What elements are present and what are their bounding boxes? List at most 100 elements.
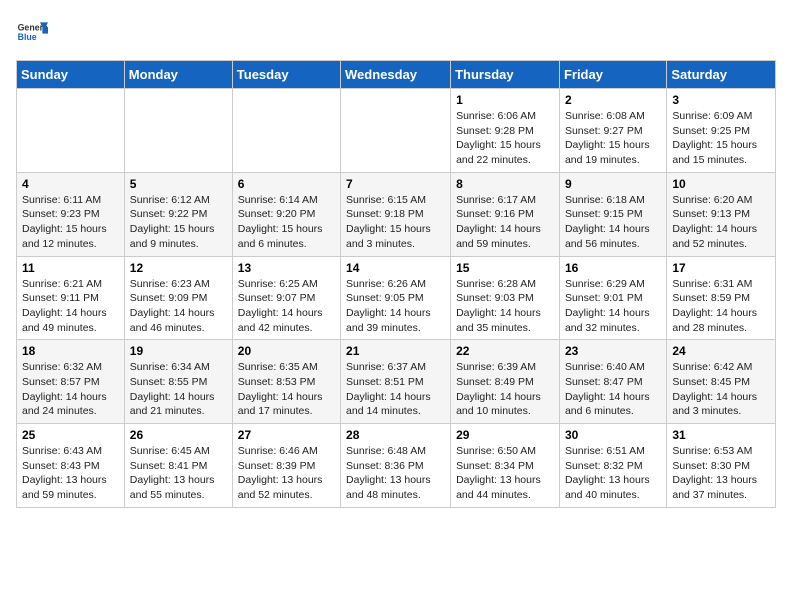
day-info: Sunrise: 6:32 AM Sunset: 8:57 PM Dayligh… — [22, 360, 119, 419]
calendar-cell: 12 Sunrise: 6:23 AM Sunset: 9:09 PM Dayli… — [124, 256, 232, 340]
day-number: 5 — [130, 177, 227, 191]
day-info: Sunrise: 6:40 AM Sunset: 8:47 PM Dayligh… — [565, 360, 661, 419]
day-number: 21 — [346, 344, 445, 358]
calendar-cell: 1 Sunrise: 6:06 AM Sunset: 9:28 PM Daylig… — [451, 89, 560, 173]
day-number: 9 — [565, 177, 661, 191]
day-info: Sunrise: 6:08 AM Sunset: 9:27 PM Dayligh… — [565, 109, 661, 168]
calendar-cell: 17 Sunrise: 6:31 AM Sunset: 8:59 PM Dayli… — [667, 256, 776, 340]
calendar-cell: 25 Sunrise: 6:43 AM Sunset: 8:43 PM Dayli… — [17, 424, 125, 508]
week-row-4: 18 Sunrise: 6:32 AM Sunset: 8:57 PM Dayli… — [17, 340, 776, 424]
day-number: 3 — [672, 93, 770, 107]
day-info: Sunrise: 6:29 AM Sunset: 9:01 PM Dayligh… — [565, 277, 661, 336]
calendar-cell: 22Sunrise: 6:39 AM Sunset: 8:49 PM Dayli… — [451, 340, 560, 424]
weekday-header-row: SundayMondayTuesdayWednesdayThursdayFrid… — [17, 61, 776, 89]
logo-icon: General Blue — [16, 16, 48, 48]
day-info: Sunrise: 6:42 AM Sunset: 8:45 PM Dayligh… — [672, 360, 770, 419]
calendar-cell: 3 Sunrise: 6:09 AM Sunset: 9:25 PM Daylig… — [667, 89, 776, 173]
day-number: 24 — [672, 344, 770, 358]
calendar-cell: 10Sunrise: 6:20 AM Sunset: 9:13 PM Dayli… — [667, 172, 776, 256]
calendar-cell: 21Sunrise: 6:37 AM Sunset: 8:51 PM Dayli… — [341, 340, 451, 424]
header: General Blue — [16, 16, 776, 48]
calendar-cell — [17, 89, 125, 173]
calendar-cell: 26 Sunrise: 6:45 AM Sunset: 8:41 PM Dayli… — [124, 424, 232, 508]
day-number: 20 — [238, 344, 335, 358]
day-info: Sunrise: 6:46 AM Sunset: 8:39 PM Dayligh… — [238, 444, 335, 503]
day-info: Sunrise: 6:23 AM Sunset: 9:09 PM Dayligh… — [130, 277, 227, 336]
svg-text:Blue: Blue — [18, 32, 37, 42]
calendar-cell: 5 Sunrise: 6:12 AM Sunset: 9:22 PM Daylig… — [124, 172, 232, 256]
day-info: Sunrise: 6:18 AM Sunset: 9:15 PM Dayligh… — [565, 193, 661, 252]
day-number: 17 — [672, 261, 770, 275]
calendar-cell: 2 Sunrise: 6:08 AM Sunset: 9:27 PM Daylig… — [559, 89, 666, 173]
day-number: 2 — [565, 93, 661, 107]
calendar-cell: 16Sunrise: 6:29 AM Sunset: 9:01 PM Dayli… — [559, 256, 666, 340]
day-number: 13 — [238, 261, 335, 275]
day-info: Sunrise: 6:11 AM Sunset: 9:23 PM Dayligh… — [22, 193, 119, 252]
day-info: Sunrise: 6:50 AM Sunset: 8:34 PM Dayligh… — [456, 444, 554, 503]
day-info: Sunrise: 6:09 AM Sunset: 9:25 PM Dayligh… — [672, 109, 770, 168]
day-number: 22 — [456, 344, 554, 358]
calendar-cell: 4 Sunrise: 6:11 AM Sunset: 9:23 PM Daylig… — [17, 172, 125, 256]
calendar-cell: 27 Sunrise: 6:46 AM Sunset: 8:39 PM Dayli… — [232, 424, 340, 508]
day-info: Sunrise: 6:45 AM Sunset: 8:41 PM Dayligh… — [130, 444, 227, 503]
day-number: 31 — [672, 428, 770, 442]
day-number: 28 — [346, 428, 445, 442]
day-info: Sunrise: 6:51 AM Sunset: 8:32 PM Dayligh… — [565, 444, 661, 503]
calendar-cell: 20 Sunrise: 6:35 AM Sunset: 8:53 PM Dayli… — [232, 340, 340, 424]
day-number: 10 — [672, 177, 770, 191]
calendar-cell: 8 Sunrise: 6:17 AM Sunset: 9:16 PM Daylig… — [451, 172, 560, 256]
day-number: 11 — [22, 261, 119, 275]
weekday-header-friday: Friday — [559, 61, 666, 89]
day-info: Sunrise: 6:28 AM Sunset: 9:03 PM Dayligh… — [456, 277, 554, 336]
day-info: Sunrise: 6:34 AM Sunset: 8:55 PM Dayligh… — [130, 360, 227, 419]
day-info: Sunrise: 6:06 AM Sunset: 9:28 PM Dayligh… — [456, 109, 554, 168]
day-number: 7 — [346, 177, 445, 191]
day-info: Sunrise: 6:12 AM Sunset: 9:22 PM Dayligh… — [130, 193, 227, 252]
calendar-cell: 29 Sunrise: 6:50 AM Sunset: 8:34 PM Dayli… — [451, 424, 560, 508]
weekday-header-saturday: Saturday — [667, 61, 776, 89]
calendar-cell: 15 Sunrise: 6:28 AM Sunset: 9:03 PM Dayli… — [451, 256, 560, 340]
day-number: 26 — [130, 428, 227, 442]
week-row-2: 4 Sunrise: 6:11 AM Sunset: 9:23 PM Daylig… — [17, 172, 776, 256]
weekday-header-thursday: Thursday — [451, 61, 560, 89]
calendar-cell — [232, 89, 340, 173]
day-number: 1 — [456, 93, 554, 107]
calendar-cell: 19 Sunrise: 6:34 AM Sunset: 8:55 PM Dayli… — [124, 340, 232, 424]
day-number: 25 — [22, 428, 119, 442]
day-number: 14 — [346, 261, 445, 275]
weekday-header-monday: Monday — [124, 61, 232, 89]
calendar-cell: 6 Sunrise: 6:14 AM Sunset: 9:20 PM Daylig… — [232, 172, 340, 256]
day-number: 12 — [130, 261, 227, 275]
calendar-cell: 28 Sunrise: 6:48 AM Sunset: 8:36 PM Dayli… — [341, 424, 451, 508]
day-info: Sunrise: 6:26 AM Sunset: 9:05 PM Dayligh… — [346, 277, 445, 336]
weekday-header-tuesday: Tuesday — [232, 61, 340, 89]
day-info: Sunrise: 6:48 AM Sunset: 8:36 PM Dayligh… — [346, 444, 445, 503]
calendar-cell: 11Sunrise: 6:21 AM Sunset: 9:11 PM Dayli… — [17, 256, 125, 340]
day-number: 23 — [565, 344, 661, 358]
day-number: 6 — [238, 177, 335, 191]
day-info: Sunrise: 6:43 AM Sunset: 8:43 PM Dayligh… — [22, 444, 119, 503]
weekday-header-wednesday: Wednesday — [341, 61, 451, 89]
day-number: 8 — [456, 177, 554, 191]
calendar-cell — [341, 89, 451, 173]
day-number: 4 — [22, 177, 119, 191]
day-number: 27 — [238, 428, 335, 442]
day-number: 30 — [565, 428, 661, 442]
day-info: Sunrise: 6:31 AM Sunset: 8:59 PM Dayligh… — [672, 277, 770, 336]
day-info: Sunrise: 6:17 AM Sunset: 9:16 PM Dayligh… — [456, 193, 554, 252]
day-info: Sunrise: 6:53 AM Sunset: 8:30 PM Dayligh… — [672, 444, 770, 503]
day-number: 19 — [130, 344, 227, 358]
logo: General Blue — [16, 16, 48, 48]
calendar-cell: 13Sunrise: 6:25 AM Sunset: 9:07 PM Dayli… — [232, 256, 340, 340]
calendar-cell: 14 Sunrise: 6:26 AM Sunset: 9:05 PM Dayli… — [341, 256, 451, 340]
day-number: 29 — [456, 428, 554, 442]
day-number: 15 — [456, 261, 554, 275]
week-row-3: 11Sunrise: 6:21 AM Sunset: 9:11 PM Dayli… — [17, 256, 776, 340]
day-number: 18 — [22, 344, 119, 358]
calendar-cell: 24 Sunrise: 6:42 AM Sunset: 8:45 PM Dayli… — [667, 340, 776, 424]
week-row-5: 25 Sunrise: 6:43 AM Sunset: 8:43 PM Dayli… — [17, 424, 776, 508]
day-info: Sunrise: 6:15 AM Sunset: 9:18 PM Dayligh… — [346, 193, 445, 252]
calendar-cell — [124, 89, 232, 173]
day-info: Sunrise: 6:14 AM Sunset: 9:20 PM Dayligh… — [238, 193, 335, 252]
day-info: Sunrise: 6:35 AM Sunset: 8:53 PM Dayligh… — [238, 360, 335, 419]
